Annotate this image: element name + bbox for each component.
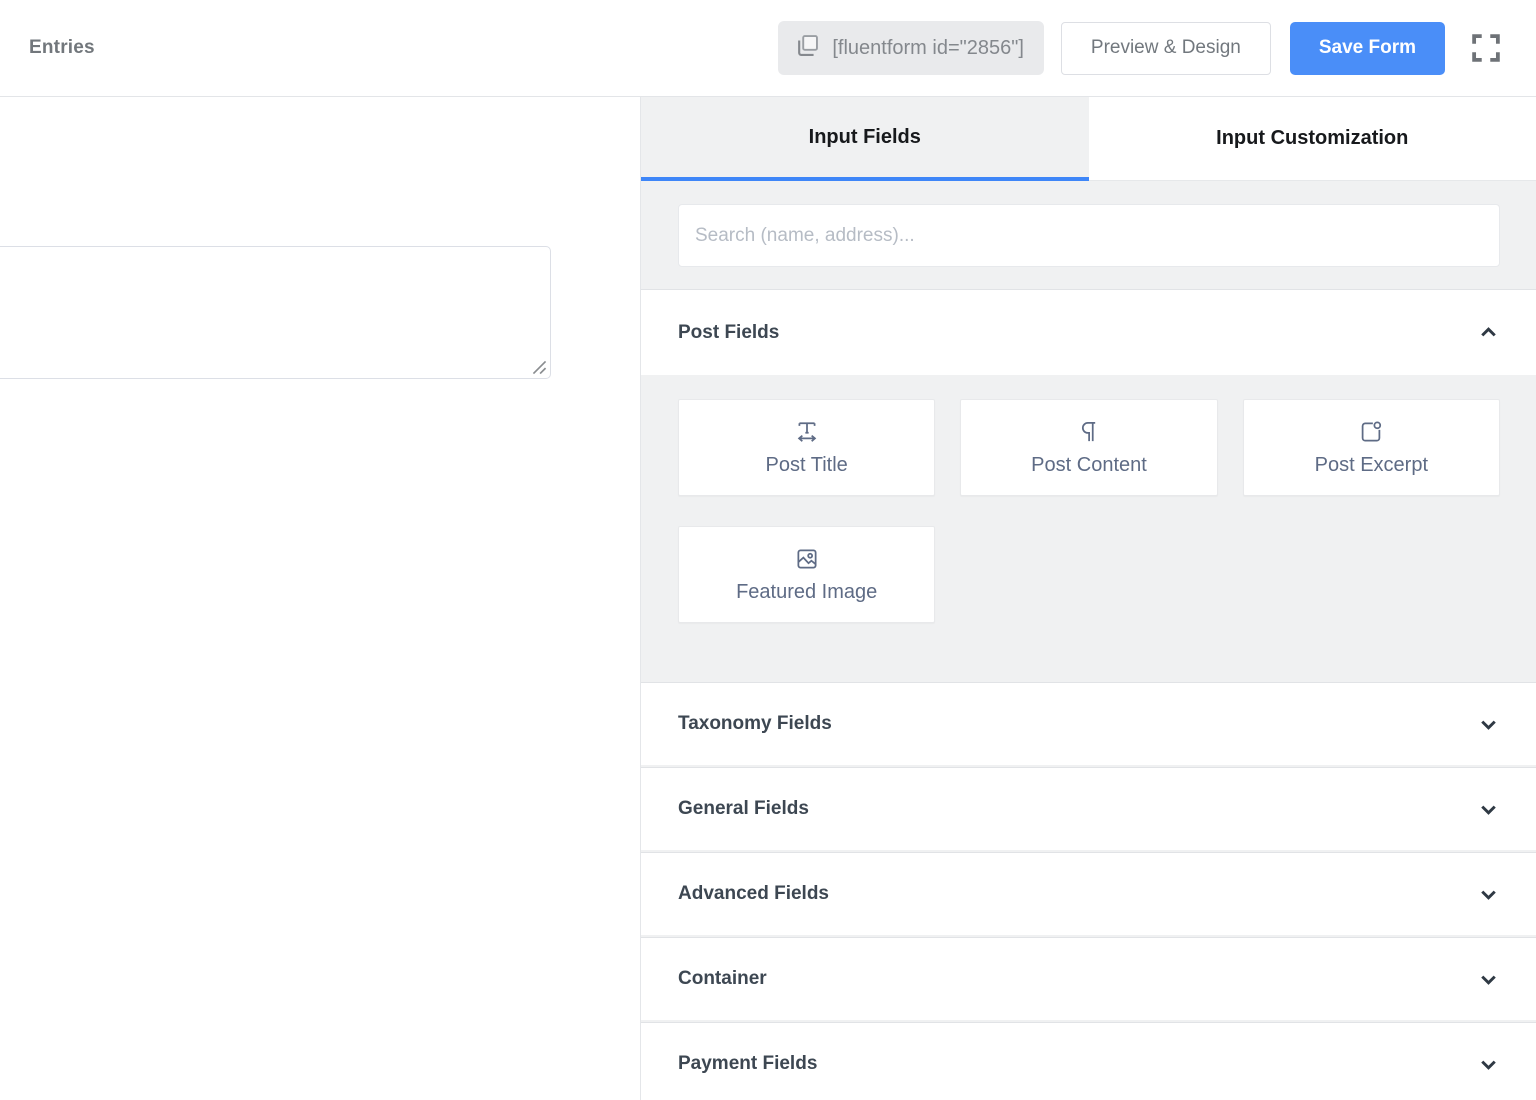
field-button-label: Featured Image <box>736 581 877 604</box>
section-header-container[interactable]: Container <box>641 937 1536 1020</box>
chevron-down-icon <box>1477 1053 1500 1076</box>
search-area <box>641 181 1536 289</box>
section-header-payment-fields[interactable]: Payment Fields <box>641 1022 1536 1100</box>
section-header-general-fields[interactable]: General Fields <box>641 767 1536 850</box>
form-canvas <box>0 97 640 1100</box>
excerpt-icon <box>1357 418 1385 446</box>
field-grid: Post Title Post Content <box>678 399 1500 623</box>
pilcrow-icon <box>1075 418 1103 446</box>
text-width-icon <box>793 418 821 446</box>
chevron-down-icon <box>1477 713 1500 736</box>
top-bar: Entries [fluentform id="2856"] Preview &… <box>0 0 1536 97</box>
field-button-label: Post Title <box>766 454 848 477</box>
nav-item-entries[interactable]: Entries <box>29 37 95 59</box>
sidebar-tabs: Input Fields Input Customization <box>641 97 1536 181</box>
chevron-down-icon <box>1477 968 1500 991</box>
section-header-advanced-fields[interactable]: Advanced Fields <box>641 852 1536 935</box>
section-title: Post Fields <box>678 322 779 344</box>
field-button-label: Post Content <box>1031 454 1147 477</box>
field-button-label: Post Excerpt <box>1315 454 1428 477</box>
save-form-button[interactable]: Save Form <box>1290 22 1445 75</box>
chevron-up-icon <box>1477 321 1500 344</box>
section-title: Taxonomy Fields <box>678 713 832 735</box>
field-button-post-title[interactable]: Post Title <box>678 399 935 496</box>
post-fields-body: Post Title Post Content <box>641 375 1536 680</box>
fullscreen-icon[interactable] <box>1466 28 1506 68</box>
search-input[interactable] <box>678 204 1500 267</box>
chevron-down-icon <box>1477 798 1500 821</box>
section-title: General Fields <box>678 798 809 820</box>
shortcode-text: [fluentform id="2856"] <box>832 37 1024 60</box>
editor-main: Input Fields Input Customization Post Fi… <box>0 97 1536 1100</box>
field-button-post-excerpt[interactable]: Post Excerpt <box>1243 399 1500 496</box>
field-sections-accordion: Post Fields <box>641 289 1536 1100</box>
field-button-post-content[interactable]: Post Content <box>960 399 1217 496</box>
editor-sidebar: Input Fields Input Customization Post Fi… <box>640 97 1536 1100</box>
section-post-fields: Post Fields <box>641 289 1536 680</box>
preview-design-button[interactable]: Preview & Design <box>1061 22 1271 75</box>
field-button-featured-image[interactable]: Featured Image <box>678 526 935 623</box>
textarea-field[interactable] <box>0 246 551 379</box>
copy-icon <box>794 32 821 65</box>
section-header-post-fields[interactable]: Post Fields <box>641 289 1536 375</box>
section-title: Payment Fields <box>678 1053 817 1075</box>
resize-handle-icon[interactable] <box>531 359 548 381</box>
section-header-taxonomy-fields[interactable]: Taxonomy Fields <box>641 682 1536 765</box>
image-icon <box>793 545 821 573</box>
shortcode-copy-button[interactable]: [fluentform id="2856"] <box>778 21 1044 75</box>
tab-input-customization[interactable]: Input Customization <box>1089 97 1536 181</box>
chevron-down-icon <box>1477 883 1500 906</box>
tab-input-fields[interactable]: Input Fields <box>641 97 1089 181</box>
section-title: Advanced Fields <box>678 883 829 905</box>
section-title: Container <box>678 968 767 990</box>
